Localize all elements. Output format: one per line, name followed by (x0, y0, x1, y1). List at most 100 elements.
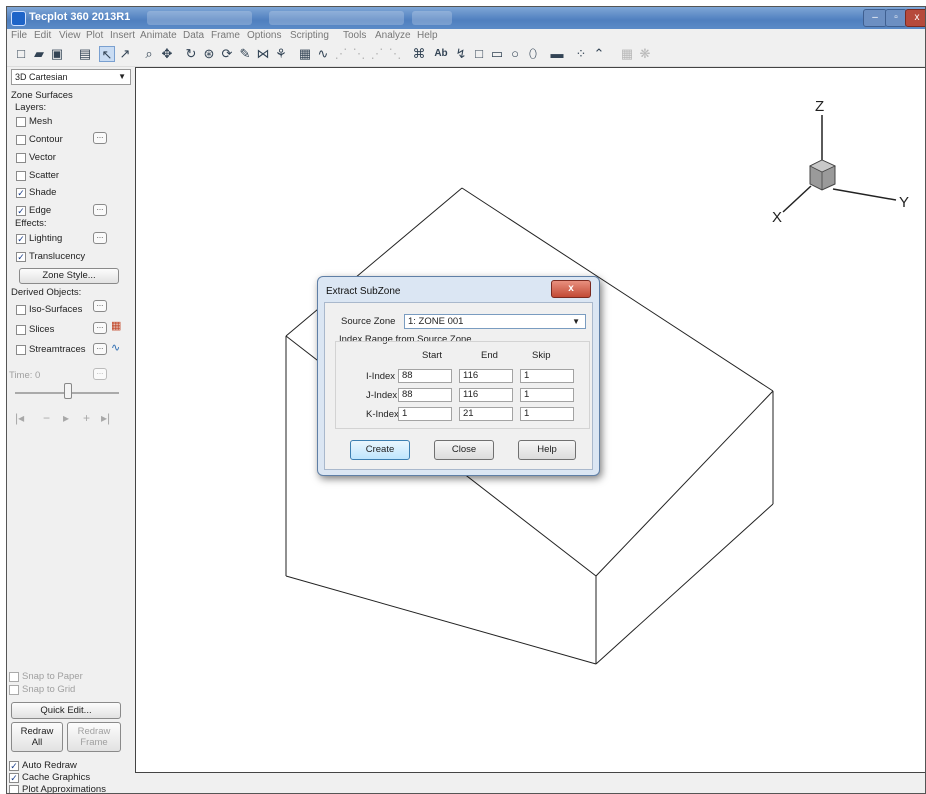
menu-plot[interactable]: Plot (86, 30, 103, 41)
menu-options[interactable]: Options (247, 30, 281, 41)
lighting-checkbox[interactable]: ✓ (16, 234, 26, 244)
shade-checkbox[interactable]: ✓ (16, 188, 26, 198)
menu-edit[interactable]: Edit (34, 30, 51, 41)
vector-checkbox[interactable] (16, 153, 26, 163)
quick-edit-button[interactable]: Quick Edit... (11, 702, 121, 719)
snap-to-grid-checkbox[interactable] (9, 685, 19, 695)
ellipse-icon[interactable]: ⬯ (525, 46, 541, 62)
menu-scripting[interactable]: Scripting (290, 30, 329, 41)
mesh-label: Mesh (29, 116, 53, 127)
redraw-frame-button: Redraw Frame (67, 722, 121, 752)
mesh-checkbox[interactable] (16, 117, 26, 127)
close-window-button[interactable]: x (905, 9, 925, 27)
dialog-close-button[interactable]: x (551, 280, 591, 298)
circle-icon[interactable]: ○ (507, 46, 523, 62)
menu-help[interactable]: Help (417, 30, 438, 41)
sidebar: 3D Cartesian ▼ Zone Surfaces Layers: Mes… (7, 67, 133, 793)
rollerball-icon[interactable]: ⊛ (201, 46, 217, 62)
j-index-skip-field[interactable]: 1 (520, 388, 574, 402)
menu-animate[interactable]: Animate (140, 30, 177, 41)
line-icon[interactable]: ⌃ (591, 46, 607, 62)
dialog-title: Extract SubZone (326, 286, 401, 297)
save-icon[interactable]: ▣ (49, 46, 65, 62)
redraw-all-button[interactable]: Redraw All (11, 722, 63, 752)
first-frame-icon[interactable]: |◂ (15, 411, 24, 425)
k-index-end-field[interactable]: 21 (459, 407, 513, 421)
step-forward-icon[interactable]: + (83, 411, 90, 425)
open-icon[interactable]: ▰ (31, 46, 47, 62)
streamtraces-details-button[interactable]: ... (93, 343, 107, 355)
derived-objects-heading: Derived Objects: (11, 287, 82, 298)
adjust-icon[interactable]: ↗ (117, 46, 133, 62)
text-icon[interactable]: Ab (433, 46, 449, 62)
extract-icon[interactable]: ⚘ (273, 46, 289, 62)
spherical-rotate-icon[interactable]: ⟳ (219, 46, 235, 62)
menu-file[interactable]: File (11, 30, 27, 41)
menu-insert[interactable]: Insert (110, 30, 135, 41)
menu-analyze[interactable]: Analyze (375, 30, 411, 41)
source-zone-select[interactable]: 1: ZONE 001 ▼ (404, 314, 586, 329)
streamtraces-checkbox[interactable] (16, 345, 26, 355)
square-icon[interactable]: □ (471, 46, 487, 62)
new-icon[interactable]: □ (13, 46, 29, 62)
menu-data[interactable]: Data (183, 30, 204, 41)
y-axis-line (832, 188, 897, 201)
cache-graphics-checkbox[interactable]: ✓ (9, 773, 19, 783)
contour-details-button[interactable]: ... (93, 132, 107, 144)
select-arrow-icon[interactable]: ↖ (99, 46, 115, 62)
i-index-end-field[interactable]: 116 (459, 369, 513, 383)
last-frame-icon[interactable]: ▸| (101, 411, 110, 425)
print-icon[interactable]: ▤ (77, 46, 93, 62)
j-index-end-field[interactable]: 116 (459, 388, 513, 402)
snap-to-paper-checkbox[interactable] (9, 672, 19, 682)
polyline-icon[interactable]: ↯ (453, 46, 469, 62)
edge-details-button[interactable]: ... (93, 204, 107, 216)
cache-graphics-label: Cache Graphics (22, 772, 91, 783)
time-slider-thumb[interactable] (64, 383, 72, 399)
dim-tool-2-icon: ⋱ (352, 46, 366, 61)
plot-approximations-checkbox[interactable] (9, 785, 19, 793)
scatter-checkbox[interactable] (16, 171, 26, 181)
minimize-button[interactable]: – (863, 9, 887, 27)
streamtrace-tool-icon[interactable]: ∿ (111, 341, 120, 354)
slice-icon[interactable]: ⋈ (255, 46, 271, 62)
geometry-icon[interactable]: ⌘ (411, 46, 427, 62)
zoom-icon[interactable]: ⌕ (141, 46, 157, 62)
zone-style-button[interactable]: Zone Style... (19, 268, 119, 284)
menu-tools[interactable]: Tools (343, 30, 366, 41)
maximize-button[interactable]: ▫ (885, 9, 907, 27)
create-button[interactable]: Create (350, 440, 410, 460)
probe-icon[interactable]: ✎ (237, 46, 253, 62)
iso-surfaces-checkbox[interactable] (16, 305, 26, 315)
plot-type-select[interactable]: 3D Cartesian ▼ (11, 69, 131, 85)
close-button[interactable]: Close (434, 440, 494, 460)
help-button[interactable]: Help (518, 440, 576, 460)
lighting-label: Lighting (29, 233, 63, 244)
contour-checkbox[interactable] (16, 135, 26, 145)
slice-tool-icon[interactable]: ▦ (111, 319, 121, 332)
edge-checkbox[interactable]: ✓ (16, 206, 26, 216)
rectangle-icon[interactable]: ▭ (489, 46, 505, 62)
play-icon[interactable]: ▸ (63, 411, 69, 425)
menu-frame[interactable]: Frame (211, 30, 240, 41)
j-index-label: J-Index (366, 390, 398, 401)
auto-redraw-checkbox[interactable]: ✓ (9, 761, 19, 771)
stream-icon[interactable]: ▦ (297, 46, 313, 62)
iso-surfaces-details-button[interactable]: ... (93, 300, 107, 312)
i-index-skip-field[interactable]: 1 (520, 369, 574, 383)
translate-icon[interactable]: ✥ (159, 46, 175, 62)
rotate-icon[interactable]: ↻ (183, 46, 199, 62)
j-index-start-field[interactable]: 88 (398, 388, 452, 402)
slices-checkbox[interactable] (16, 325, 26, 335)
slices-details-button[interactable]: ... (93, 322, 107, 334)
scatter-icon[interactable]: ⁘ (573, 46, 589, 62)
translucency-checkbox[interactable]: ✓ (16, 252, 26, 262)
k-index-start-field[interactable]: 1 (398, 407, 452, 421)
wave-icon[interactable]: ∿ (315, 46, 331, 62)
step-back-icon[interactable]: − (43, 411, 50, 425)
frame-icon[interactable]: ▬ (549, 46, 565, 62)
i-index-start-field[interactable]: 88 (398, 369, 452, 383)
menu-view[interactable]: View (59, 30, 81, 41)
k-index-skip-field[interactable]: 1 (520, 407, 574, 421)
lighting-details-button[interactable]: ... (93, 232, 107, 244)
